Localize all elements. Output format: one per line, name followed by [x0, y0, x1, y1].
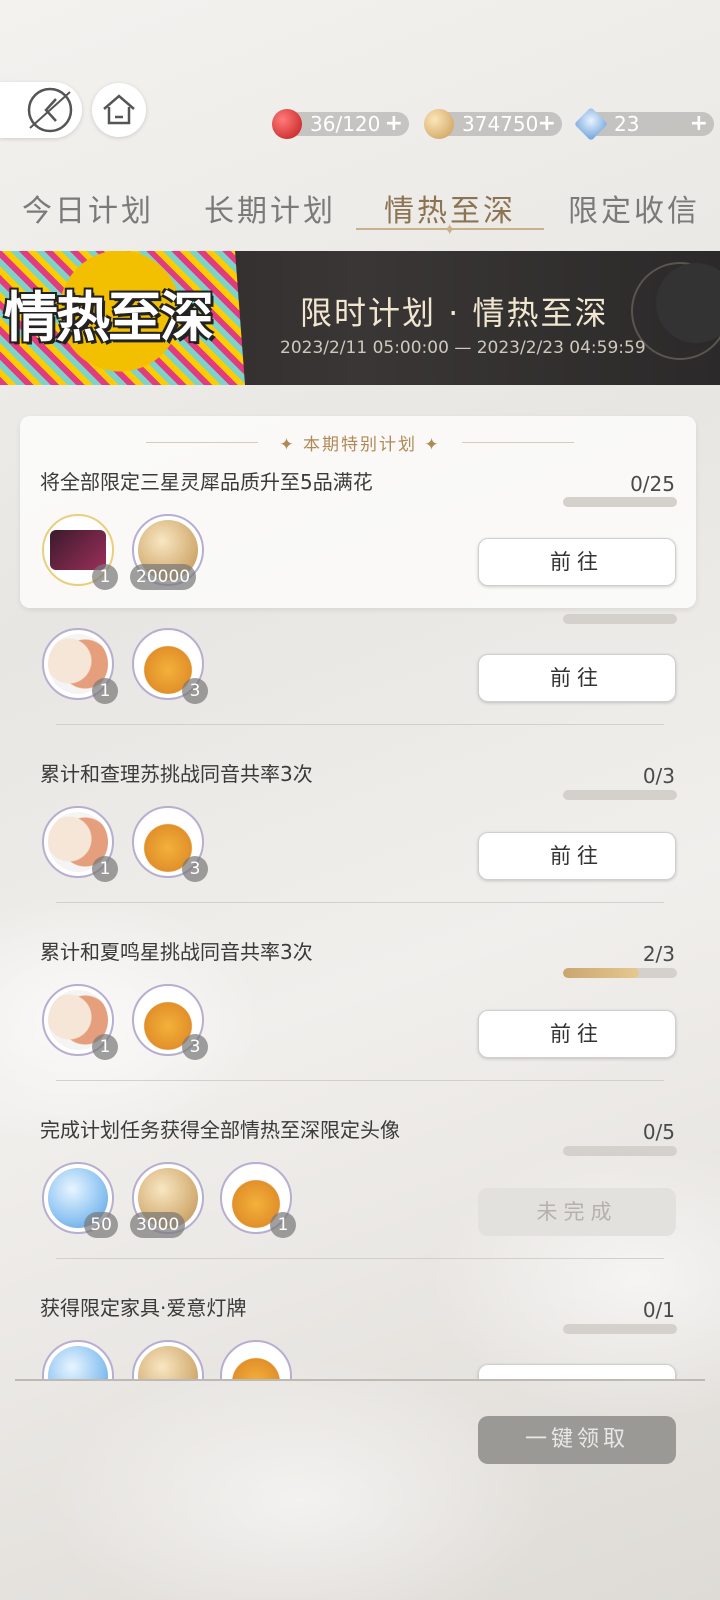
banner-logo: 情热至深 — [4, 285, 214, 349]
divider — [56, 1258, 664, 1259]
reward-quantity: 1 — [92, 564, 118, 590]
task-progress-text: 0/5 — [642, 1120, 675, 1144]
back-icon — [27, 87, 73, 133]
tab-daily[interactable]: 今日计划 — [22, 186, 154, 230]
reward-flask-icon[interactable]: 3 — [132, 984, 208, 1060]
coin-image — [138, 1346, 198, 1379]
banner-title: 限时计划 · 情热至深 — [300, 294, 609, 332]
divider — [56, 902, 664, 903]
diamond-resource: 23 + — [574, 107, 714, 141]
reward-quantity: 3000 — [130, 1212, 186, 1238]
progress-bar — [563, 1146, 677, 1156]
reward-flask-icon[interactable] — [220, 1340, 292, 1379]
go-button[interactable]: 前往 — [478, 538, 676, 586]
tab-limited-mail[interactable]: 限定收信 — [568, 186, 700, 230]
home-button[interactable] — [92, 83, 146, 137]
task-progress-text: 0/1 — [642, 1298, 675, 1322]
reward-flask-icon[interactable]: 3 — [132, 806, 208, 882]
gold-resource: 374750 + — [424, 109, 562, 139]
banner-dates: 2023/2/11 05:00:00 — 2023/2/23 04:59:59 — [280, 338, 646, 358]
reward-coin-icon[interactable] — [132, 1340, 204, 1379]
sparkle-icon: ✦ — [443, 220, 457, 239]
clipped-reward-row — [0, 1336, 720, 1379]
flask-image — [226, 1346, 286, 1379]
go-button[interactable] — [478, 1364, 676, 1379]
gold-plus-button[interactable]: + — [538, 112, 556, 136]
reward-ticket-icon[interactable]: 1 — [42, 514, 118, 590]
reward-flask-icon[interactable]: 3 — [132, 628, 208, 704]
reward-avatar-icon[interactable]: 1 — [42, 984, 118, 1060]
reward-quantity: 50 — [84, 1212, 118, 1238]
progress-bar — [563, 968, 677, 978]
go-button[interactable]: 前往 — [478, 654, 676, 702]
reward-quantity: 3 — [182, 1034, 208, 1060]
home-icon — [103, 94, 135, 125]
reward-quantity: 1 — [92, 678, 118, 704]
gold-value: 374750 — [462, 112, 539, 136]
task-progress-text: 0/25 — [630, 472, 675, 496]
task-progress-text: 0/3 — [642, 764, 675, 788]
task-title: 完成计划任务获得全部情热至深限定头像 — [40, 1118, 400, 1142]
crystal-image — [48, 1346, 108, 1379]
task-progress-text: 2/3 — [642, 942, 675, 966]
stamina-plus-button[interactable]: + — [385, 112, 403, 136]
reward-quantity: 3 — [182, 856, 208, 882]
reward-coin-icon[interactable]: 20000 — [130, 514, 204, 590]
stamina-value: 36/120 — [310, 112, 381, 136]
reward-quantity: 1 — [270, 1212, 296, 1238]
list-bottom-border — [15, 1379, 705, 1381]
reward-flask-icon[interactable]: 1 — [220, 1162, 296, 1238]
reward-avatar-icon[interactable]: 1 — [42, 628, 118, 704]
progress-bar-fill — [563, 968, 640, 978]
progress-bar — [563, 790, 677, 800]
reward-quantity: 3 — [182, 678, 208, 704]
incomplete-button: 未完成 — [478, 1188, 676, 1236]
reward-coin-icon[interactable]: 3000 — [130, 1162, 204, 1238]
reward-crystal-icon[interactable]: 50 — [42, 1162, 118, 1238]
task-title: 将全部限定三星灵犀品质升至5品满花 — [40, 470, 373, 494]
diamond-plus-button[interactable]: + — [690, 112, 708, 136]
reward-quantity: 20000 — [130, 564, 197, 590]
coin-icon — [424, 109, 454, 139]
claim-all-button[interactable]: 一键领取 — [478, 1416, 676, 1464]
reward-quantity: 1 — [92, 1034, 118, 1060]
task-title: 获得限定家具·爱意灯牌 — [40, 1296, 247, 1320]
task-title: 累计和查理苏挑战同音共率3次 — [40, 762, 313, 786]
progress-bar — [563, 1324, 677, 1334]
reward-crystal-icon[interactable] — [42, 1340, 114, 1379]
back-button[interactable] — [0, 82, 82, 138]
tab-long-term[interactable]: 长期计划 — [204, 186, 336, 230]
progress-bar — [563, 497, 677, 507]
progress-bar — [563, 614, 677, 624]
divider — [56, 1080, 664, 1081]
moon-decoration-icon — [631, 262, 720, 360]
divider — [56, 724, 664, 725]
ticket-image — [50, 530, 106, 570]
go-button[interactable]: 前往 — [478, 832, 676, 880]
reward-avatar-icon[interactable]: 1 — [42, 806, 118, 882]
special-plan-header: ✦ 本期特别计划 ✦ — [279, 435, 441, 455]
stamina-resource: 36/120 + — [272, 109, 409, 139]
reward-quantity: 1 — [92, 856, 118, 882]
special-plan-header-label: 本期特别计划 — [303, 435, 417, 455]
diamond-icon — [574, 107, 608, 141]
diamond-value: 23 — [614, 112, 640, 136]
task-title: 累计和夏鸣星挑战同音共率3次 — [40, 940, 313, 964]
go-button[interactable]: 前往 — [478, 1010, 676, 1058]
apple-icon — [272, 109, 302, 139]
